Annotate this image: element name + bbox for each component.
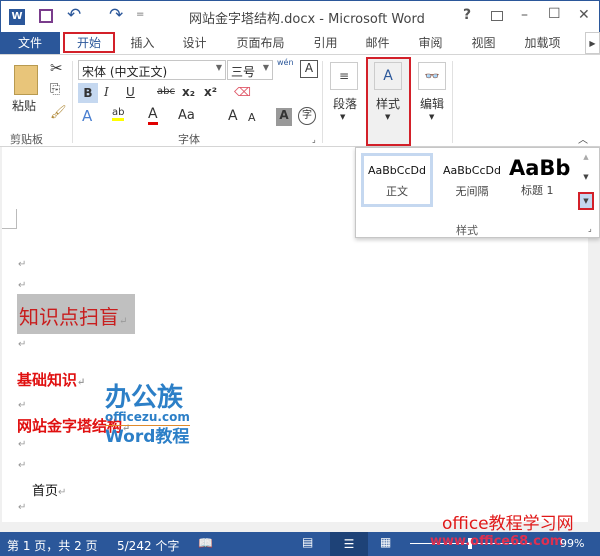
- proofing-icon[interactable]: 📖: [198, 536, 213, 550]
- tab-addins[interactable]: 加载项: [515, 32, 570, 54]
- style-item-heading-1[interactable]: AaBb 标题 1: [509, 153, 571, 207]
- strikethrough-button[interactable]: abc: [157, 86, 175, 97]
- font-group-label: 字体: [178, 133, 200, 146]
- styles-dialog-launcher[interactable]: ⌟: [588, 224, 592, 233]
- window-title: 网站金字塔结构.docx - Microsoft Word: [189, 12, 425, 27]
- web-layout-icon[interactable]: ▦: [380, 535, 391, 549]
- editing-dropdown[interactable]: ▼: [429, 113, 434, 121]
- font-name-select[interactable]: 宋体 (中文正文) ▼: [78, 60, 226, 80]
- paragraph-button[interactable]: 段落: [333, 95, 357, 112]
- cut-icon[interactable]: ✂: [50, 59, 63, 77]
- zoom-level[interactable]: 99%: [560, 537, 584, 550]
- word-count[interactable]: 5/242 个字: [117, 537, 179, 554]
- save-icon[interactable]: [39, 9, 53, 23]
- subscript-button[interactable]: x₂: [182, 85, 195, 99]
- grow-font-button[interactable]: A: [228, 108, 238, 124]
- tab-file[interactable]: 文件: [0, 32, 60, 54]
- tab-references[interactable]: 引用: [303, 32, 348, 54]
- gallery-scroll-up[interactable]: ▲: [580, 153, 592, 173]
- paste-button[interactable]: 粘贴: [12, 97, 36, 114]
- shrink-font-button[interactable]: A: [248, 111, 256, 124]
- styles-icon: A: [374, 62, 402, 90]
- redo-button[interactable]: ↷: [109, 5, 123, 25]
- styles-label: 样式: [376, 97, 401, 111]
- copy-icon[interactable]: ⎘: [50, 82, 60, 97]
- status-bar: 第 1 页，共 2 页 5/242 个字 📖 ▤ ☰ ▦ www.office6…: [0, 532, 600, 556]
- paste-icon[interactable]: [14, 65, 38, 95]
- ribbon-display-button[interactable]: [491, 11, 503, 21]
- read-mode-icon[interactable]: ▤: [302, 535, 313, 549]
- bold-button[interactable]: B: [78, 83, 98, 103]
- paragraph-icon[interactable]: ≡: [330, 62, 358, 90]
- editing-button[interactable]: 编辑: [420, 95, 444, 112]
- change-case-button[interactable]: Aa: [178, 108, 195, 123]
- tab-design[interactable]: 设计: [172, 32, 217, 54]
- superscript-button[interactable]: x²: [204, 85, 217, 99]
- character-shading-button[interactable]: A: [276, 108, 292, 126]
- maximize-button[interactable]: ☐: [548, 6, 561, 22]
- undo-button[interactable]: ↶: [67, 5, 81, 25]
- collapse-ribbon-icon[interactable]: ︿: [578, 131, 588, 146]
- tabs-scroll-right[interactable]: ▶: [585, 32, 600, 54]
- page-count[interactable]: 第 1 页，共 2 页: [7, 537, 98, 554]
- underline-button[interactable]: U: [126, 85, 135, 99]
- tab-review[interactable]: 审阅: [408, 32, 453, 54]
- enclose-characters-button[interactable]: 字: [298, 107, 316, 125]
- font-dialog-launcher[interactable]: ⌟: [312, 135, 316, 144]
- styles-gallery-panel: AaBbCcDd 正文 AaBbCcDd 无间隔 AaBb 标题 1 ▲ ▼ ▼…: [355, 147, 600, 238]
- font-size-select[interactable]: 三号 ▼: [227, 60, 273, 80]
- character-border-button[interactable]: A: [300, 60, 318, 78]
- tab-view[interactable]: 视图: [461, 32, 506, 54]
- help-button[interactable]: ?: [463, 7, 471, 23]
- font-size-value: 三号: [231, 65, 256, 79]
- tab-layout[interactable]: 页面布局: [228, 32, 293, 54]
- gallery-more-button[interactable]: ▼: [578, 192, 594, 210]
- watermark-logo: 办公族 officezu.com Word教程: [105, 383, 190, 447]
- find-binoculars-icon[interactable]: 👓: [418, 62, 446, 90]
- font-color-button[interactable]: A: [148, 106, 158, 125]
- paragraph-dropdown[interactable]: ▼: [340, 113, 345, 121]
- quick-access-customize[interactable]: =: [136, 9, 144, 20]
- watermark-brand: office教程学习网: [442, 514, 574, 534]
- watermark-url: www.office68.com: [430, 534, 564, 549]
- highlight-color-button[interactable]: ab: [112, 107, 125, 121]
- word-logo-icon: W: [9, 9, 25, 25]
- gallery-scroll-down[interactable]: ▼: [580, 173, 592, 191]
- ribbon: 粘贴 ✂ ⎘ 🖌 剪贴板 宋体 (中文正文) ▼ 三号 ▼ wén A B I U …: [0, 54, 600, 147]
- heading-line[interactable]: 知识点扫盲↵: [17, 294, 135, 334]
- print-layout-icon[interactable]: ☰: [330, 532, 368, 556]
- style-item-normal[interactable]: AaBbCcDd 正文: [361, 153, 433, 207]
- format-painter-icon[interactable]: 🖌: [50, 105, 67, 120]
- styles-dropdown: ▼: [385, 113, 391, 121]
- body-line[interactable]: 首页↵: [32, 480, 66, 499]
- close-button[interactable]: ✕: [578, 7, 590, 23]
- phonetic-guide-button[interactable]: wén: [277, 58, 294, 67]
- title-bar: W ↶ ↷ = 网站金字塔结构.docx - Microsoft Word ? …: [0, 0, 600, 32]
- tab-mailings[interactable]: 邮件: [355, 32, 400, 54]
- styles-group-label: 样式: [456, 224, 478, 237]
- text-effects-button[interactable]: A: [82, 107, 92, 125]
- clipboard-group-label: 剪贴板: [10, 133, 43, 146]
- clear-formatting-icon[interactable]: ⌫: [234, 85, 251, 99]
- minimize-button[interactable]: –: [521, 7, 528, 23]
- ribbon-tabs: 文件 开始 插入 设计 页面布局 引用 邮件 审阅 视图 加载项 ▶: [0, 32, 600, 54]
- style-item-no-spacing[interactable]: AaBbCcDd 无间隔: [436, 153, 508, 207]
- tab-home[interactable]: 开始: [63, 32, 115, 53]
- subheading-line[interactable]: 基础知识↵: [17, 369, 85, 390]
- tab-insert[interactable]: 插入: [120, 32, 165, 54]
- italic-button[interactable]: I: [104, 85, 109, 99]
- font-name-value: 宋体 (中文正文): [82, 65, 168, 79]
